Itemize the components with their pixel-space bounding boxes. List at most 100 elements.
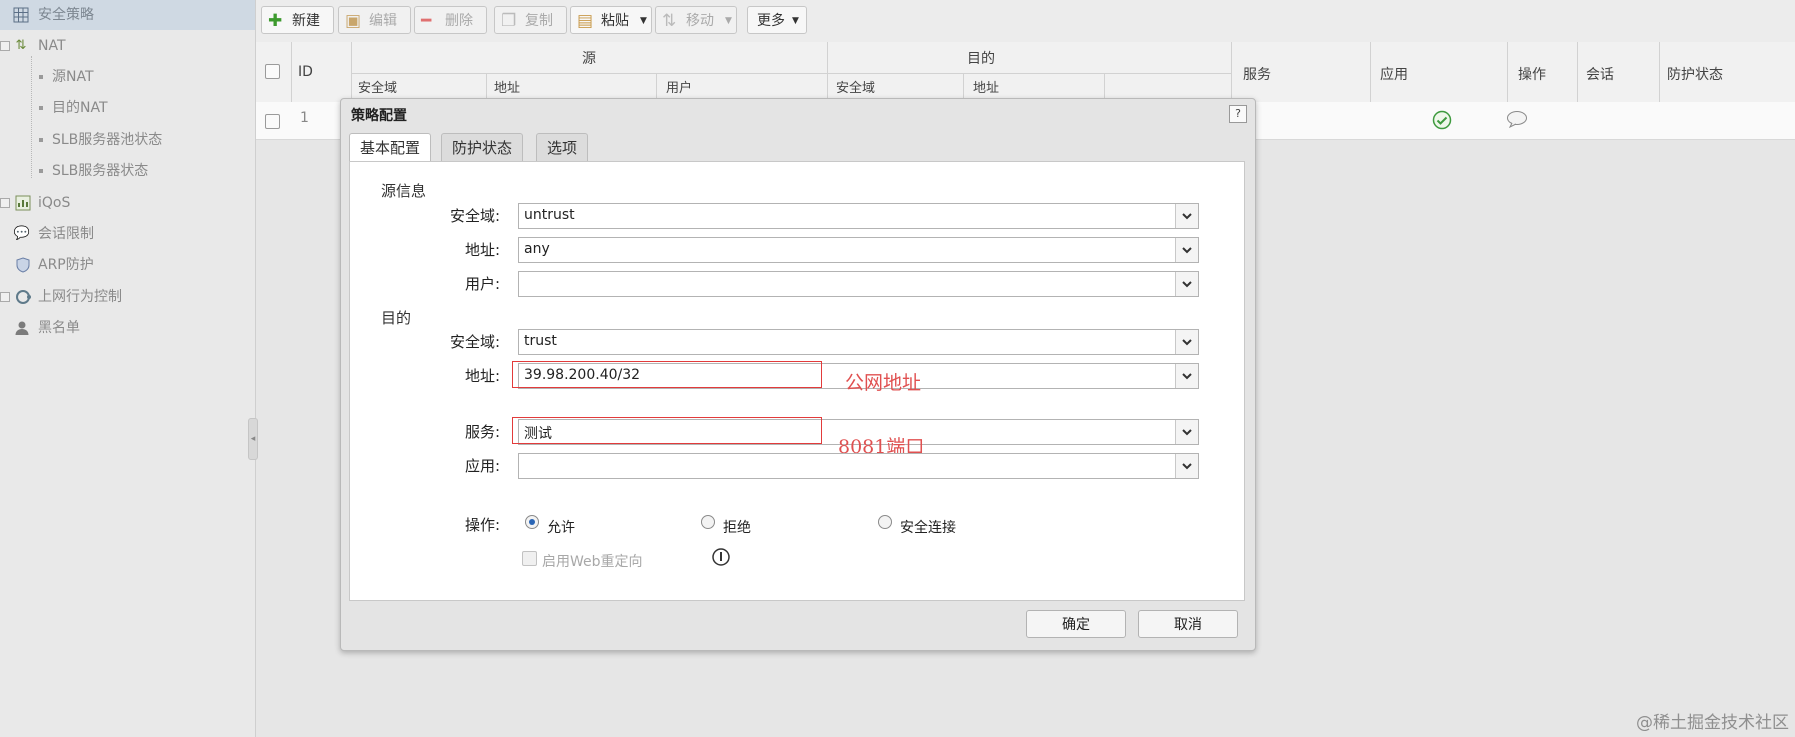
paste-button[interactable]: ▤ 粘贴 ▼ xyxy=(570,6,652,34)
action-secure-connect-radio[interactable] xyxy=(878,515,892,529)
web-redirect-label: 启用Web重定向 xyxy=(542,554,643,570)
minus-icon: ━ xyxy=(421,11,432,31)
header-action[interactable]: 操作 xyxy=(1518,64,1546,84)
dialog-title: 策略配置 xyxy=(351,108,407,124)
chevron-down-icon: ▼ xyxy=(792,16,799,26)
header-id[interactable]: ID xyxy=(298,64,313,80)
bullet-icon xyxy=(39,75,43,79)
sidebar-item-label: 安全策略 xyxy=(38,7,94,23)
action-deny-label[interactable]: 拒绝 xyxy=(723,517,751,537)
action-allow-label[interactable]: 允许 xyxy=(547,517,575,537)
basic-config-panel: 源信息 安全域: untrust 地址: any 用户: 目的 安全域: tru… xyxy=(349,161,1245,601)
cancel-button[interactable]: 取消 xyxy=(1138,610,1238,638)
annotation-box-service xyxy=(512,417,822,444)
chart-icon xyxy=(14,194,32,212)
header-src-address[interactable]: 地址 xyxy=(494,77,520,96)
header-src-user[interactable]: 用户 xyxy=(666,77,692,96)
toolbar: ✚ 新建 ▣ 编辑 ━ 删除 ❐ 复制 ▤ 粘贴 ▼ ⇅ 移动 ▼ 更多 ▼ xyxy=(256,0,1795,42)
chevron-down-icon: ▼ xyxy=(725,16,732,26)
new-button[interactable]: ✚ 新建 xyxy=(261,6,334,34)
header-application[interactable]: 应用 xyxy=(1380,64,1408,84)
bullet-icon xyxy=(39,169,43,173)
action-label: 操作: xyxy=(464,516,500,534)
refresh-globe-icon xyxy=(14,288,32,306)
expand-icon[interactable] xyxy=(0,292,10,302)
chevron-down-icon[interactable] xyxy=(1175,364,1198,388)
chevron-down-icon[interactable] xyxy=(1175,238,1198,262)
action-secure-connect-label[interactable]: 安全连接 xyxy=(900,517,956,537)
sidebar-item-label: 上网行为控制 xyxy=(38,289,122,305)
header-dst-zone[interactable]: 安全域 xyxy=(836,77,875,96)
header-source: 源 xyxy=(582,51,596,67)
sidebar-item-label: ARP防护 xyxy=(38,257,94,273)
bullet-icon xyxy=(39,106,43,110)
info-icon[interactable] xyxy=(711,547,731,571)
sidebar-collapse-handle[interactable]: ◂ xyxy=(248,418,258,460)
check-circle-icon xyxy=(1432,110,1452,134)
sort-arrows-icon: ⇅ xyxy=(662,11,677,31)
expand-icon[interactable] xyxy=(0,198,10,208)
header-service[interactable]: 服务 xyxy=(1243,64,1271,84)
ok-button[interactable]: 确定 xyxy=(1026,610,1126,638)
src-address-label: 地址: xyxy=(464,241,500,259)
service-label: 服务: xyxy=(464,423,500,441)
copy-button[interactable]: ❐ 复制 xyxy=(494,6,567,34)
src-user-select[interactable] xyxy=(518,271,1199,297)
sidebar-item-label: 目的NAT xyxy=(52,100,108,116)
sidebar-item-label: SLB服务器池状态 xyxy=(52,132,163,148)
src-user-label: 用户: xyxy=(464,275,500,293)
src-address-select[interactable]: any xyxy=(518,237,1199,263)
sidebar-item-label: iQoS xyxy=(38,195,71,211)
expand-icon[interactable] xyxy=(0,41,10,51)
sidebar-item-label: 源NAT xyxy=(52,69,94,85)
tab-basic-config[interactable]: 基本配置 xyxy=(349,133,432,163)
watermark: @稀土掘金技术社区 xyxy=(1636,713,1789,733)
chevron-down-icon[interactable] xyxy=(1175,420,1198,444)
header-src-zone[interactable]: 安全域 xyxy=(358,77,397,96)
chat-bubble-icon[interactable] xyxy=(1506,110,1528,132)
edit-button[interactable]: ▣ 编辑 xyxy=(338,6,411,34)
tree-connector xyxy=(31,56,33,178)
application-select[interactable] xyxy=(518,453,1199,479)
tab-protection-status[interactable]: 防护状态 xyxy=(441,133,524,161)
dst-zone-label: 安全域: xyxy=(449,333,500,351)
edit-icon: ▣ xyxy=(345,11,362,31)
chevron-down-icon[interactable] xyxy=(1175,330,1198,354)
action-deny-radio[interactable] xyxy=(701,515,715,529)
annotation-box-address xyxy=(512,361,822,388)
plus-icon: ✚ xyxy=(268,11,283,31)
chevron-down-icon[interactable] xyxy=(1175,454,1198,478)
annotation-public-address: 公网地址 xyxy=(845,372,922,394)
sidebar: 安全策略 ⇅ NAT 源NAT 目的NAT SLB服务器池状态 SLB服务器状态… xyxy=(0,0,258,737)
more-button[interactable]: 更多 ▼ xyxy=(747,6,807,34)
user-icon xyxy=(13,319,31,337)
src-zone-select[interactable]: untrust xyxy=(518,203,1199,229)
source-info-heading: 源信息 xyxy=(381,182,427,200)
sidebar-item-label: NAT xyxy=(38,38,66,54)
sidebar-item-label: SLB服务器状态 xyxy=(52,163,149,179)
row-checkbox[interactable] xyxy=(265,114,280,129)
sidebar-item-security-policy[interactable]: 安全策略 xyxy=(0,0,255,30)
clipboard-icon: ▤ xyxy=(577,11,594,31)
chevron-down-icon[interactable] xyxy=(1175,204,1198,228)
row-id: 1 xyxy=(300,110,309,126)
dst-zone-select[interactable]: trust xyxy=(518,329,1199,355)
sidebar-item-label: 黑名单 xyxy=(38,320,80,336)
header-dst-address[interactable]: 地址 xyxy=(973,77,999,96)
header-session[interactable]: 会话 xyxy=(1586,64,1614,84)
chevron-down-icon[interactable] xyxy=(1175,272,1198,296)
help-button[interactable]: ? xyxy=(1229,105,1247,123)
nat-arrows-icon: ⇅ xyxy=(15,38,27,53)
move-button[interactable]: ⇅ 移动 ▼ xyxy=(655,6,737,34)
web-redirect-checkbox[interactable] xyxy=(522,551,537,566)
policy-config-dialog: 策略配置 ? 基本配置 防护状态 选项 源信息 安全域: untrust 地址:… xyxy=(340,98,1256,651)
dst-address-label: 地址: xyxy=(464,367,500,385)
header-protection-status[interactable]: 防护状态 xyxy=(1667,64,1723,84)
tab-options[interactable]: 选项 xyxy=(536,133,589,161)
copy-icon: ❐ xyxy=(501,11,517,31)
bullet-icon xyxy=(39,138,43,142)
select-all-checkbox[interactable] xyxy=(265,64,280,79)
action-allow-radio[interactable] xyxy=(525,515,539,529)
grid-icon xyxy=(12,6,30,24)
delete-button[interactable]: ━ 删除 xyxy=(414,6,487,34)
